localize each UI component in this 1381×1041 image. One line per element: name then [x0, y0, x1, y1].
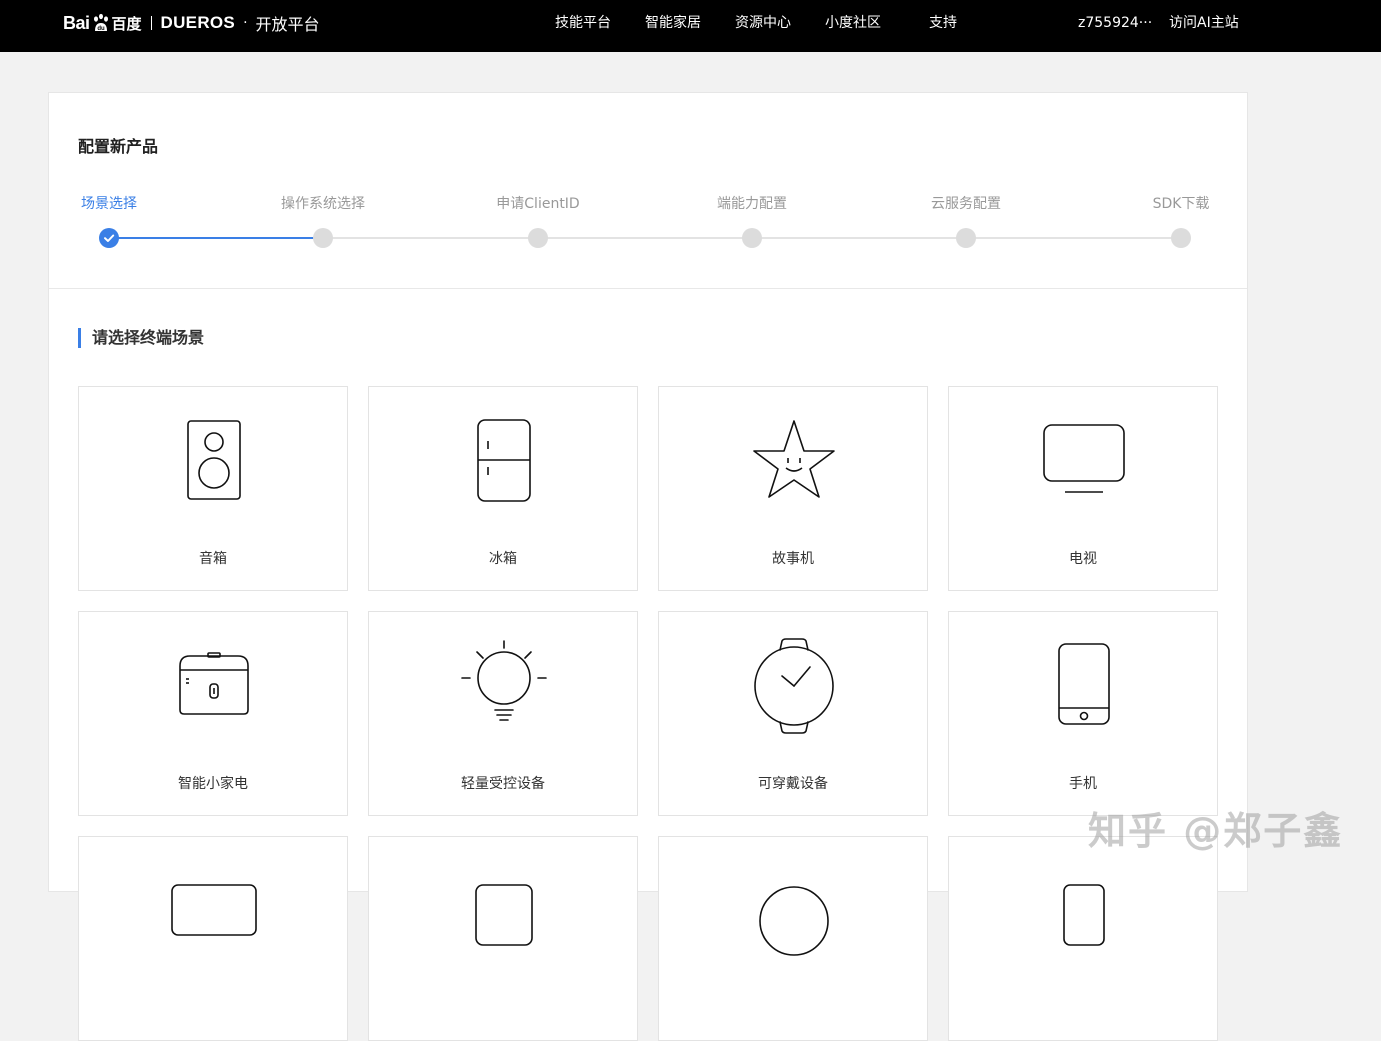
step-dot-scene	[99, 228, 119, 248]
step-dot-clientid	[528, 228, 548, 248]
step-connector-done	[109, 237, 323, 239]
step-label-clientid: 申请ClientID	[496, 196, 580, 212]
scene-tile-row3-1[interactable]	[78, 836, 348, 1041]
scene-tile-tv[interactable]: 电视	[948, 386, 1218, 591]
scene-label: 故事机	[772, 551, 814, 567]
section-divider	[49, 288, 1247, 289]
scene-tile-light-device[interactable]: 轻量受控设备	[368, 611, 638, 816]
scene-tile-small-appliance[interactable]: 智能小家电	[78, 611, 348, 816]
speaker-icon	[187, 420, 241, 500]
device-icon	[475, 884, 533, 946]
scene-label: 手机	[1069, 776, 1097, 792]
scene-label: 冰箱	[489, 551, 517, 567]
nav-resource-center[interactable]: 资源中心	[735, 0, 791, 52]
step-dot-sdk	[1171, 228, 1191, 248]
dueros-logo[interactable]: Bai du 百度 DUEROS · 开放平台	[63, 8, 320, 38]
device-icon	[1063, 884, 1105, 946]
nav-smart-home[interactable]: 智能家居	[645, 0, 701, 52]
step-label-cloud: 云服务配置	[931, 196, 1001, 212]
scene-tile-fridge[interactable]: 冰箱	[368, 386, 638, 591]
scene-label: 轻量受控设备	[461, 776, 545, 792]
logo-dot: ·	[243, 15, 248, 31]
step-label-sdk: SDK下载	[1152, 196, 1210, 212]
check-icon	[104, 234, 115, 242]
scene-tile-phone[interactable]: 手机	[948, 611, 1218, 816]
step-dot-os	[313, 228, 333, 248]
scene-label: 音箱	[199, 551, 227, 567]
nav-support[interactable]: 支持	[929, 0, 957, 52]
phone-icon	[1058, 643, 1110, 725]
nav-community[interactable]: 小度社区	[825, 0, 881, 52]
logo-separator	[150, 16, 152, 30]
rice-cooker-icon	[179, 652, 249, 715]
device-icon	[171, 884, 257, 936]
step-dot-cloud	[956, 228, 976, 248]
svg-text:du: du	[97, 26, 105, 32]
scene-label: 智能小家电	[178, 776, 248, 792]
scene-tile-row3-3[interactable]	[658, 836, 928, 1041]
scene-label: 电视	[1069, 551, 1097, 567]
watch-icon	[754, 638, 834, 734]
logo-baidu-latin: Bai	[63, 12, 90, 33]
lightbulb-icon	[461, 640, 547, 721]
config-card: 配置新产品 场景选择 操作系统选择 申请ClientID 端能力配置 云服务配置…	[48, 92, 1249, 1041]
baidu-paw-icon: du	[91, 13, 111, 33]
nav-skill-platform[interactable]: 技能平台	[555, 0, 611, 52]
tv-icon	[1043, 424, 1125, 493]
visit-ai-link[interactable]: 访问AI主站	[1169, 0, 1239, 52]
step-dot-capability	[742, 228, 762, 248]
device-icon	[759, 886, 829, 956]
top-navbar: Bai du 百度 DUEROS · 开放平台 技能平台 智能家居 资源中心 小…	[0, 0, 1381, 52]
step-label-os: 操作系统选择	[281, 196, 365, 212]
scene-tile-row3-4[interactable]	[948, 836, 1218, 1041]
step-label-capability: 端能力配置	[717, 196, 787, 212]
logo-dueros: DUEROS	[160, 13, 236, 32]
scene-tile-row3-2[interactable]	[368, 836, 638, 1041]
fridge-icon	[477, 419, 531, 502]
scene-tile-wearable[interactable]: 可穿戴设备	[658, 611, 928, 816]
scene-tile-speaker[interactable]: 音箱	[78, 386, 348, 591]
scene-label: 可穿戴设备	[758, 776, 828, 792]
step-label-scene: 场景选择	[81, 196, 137, 212]
section-title: 请选择终端场景	[78, 328, 204, 348]
scene-tile-story-machine[interactable]: 故事机	[658, 386, 928, 591]
step-progress: 场景选择 操作系统选择 申请ClientID 端能力配置 云服务配置 SDK下载	[49, 93, 1249, 289]
logo-open-platform: 开放平台	[255, 15, 320, 34]
user-menu[interactable]: z755924···	[1078, 0, 1152, 52]
watermark: 知乎 @郑子鑫	[1088, 809, 1344, 853]
logo-baidu-cn: 百度	[111, 14, 142, 33]
star-icon	[753, 420, 835, 498]
